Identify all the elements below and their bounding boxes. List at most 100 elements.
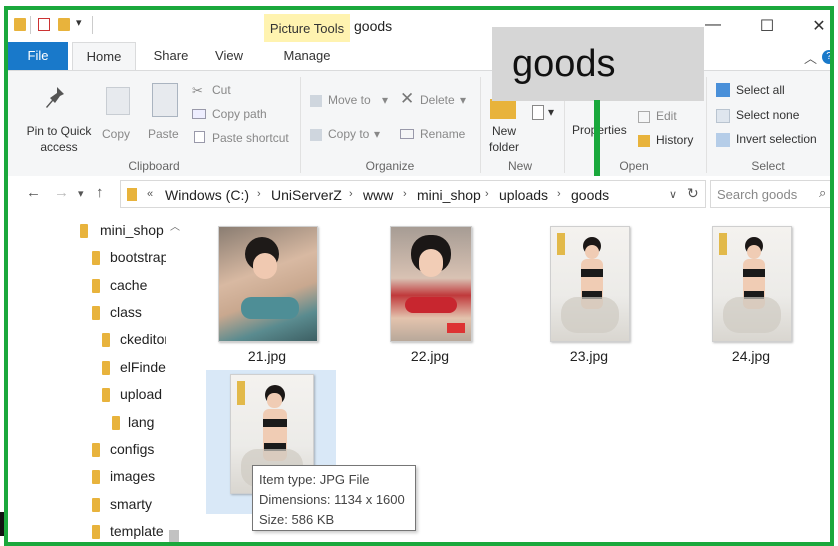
back-arrow-icon[interactable]: ← bbox=[26, 184, 41, 201]
pin-label-line1: Pin to Quick bbox=[26, 124, 92, 138]
chevron-right-icon[interactable]: › bbox=[557, 188, 561, 200]
breadcrumb-www[interactable]: www bbox=[363, 187, 393, 203]
search-icon[interactable]: ⌕ bbox=[819, 185, 826, 201]
move-to-dropdown-icon[interactable]: ▾ bbox=[382, 93, 388, 107]
folder-icon bbox=[92, 279, 100, 293]
folder-icon bbox=[92, 525, 100, 539]
new-item-icon[interactable] bbox=[532, 105, 544, 120]
file-name: 24.jpg bbox=[731, 348, 771, 364]
search-placeholder: Search goods bbox=[717, 187, 798, 202]
tree-item-images[interactable]: images bbox=[110, 468, 155, 484]
move-to-button[interactable]: Move to bbox=[328, 93, 371, 107]
new-folder-button[interactable]: New folder bbox=[488, 123, 520, 155]
quick-access-dropdown-icon[interactable]: ▾ bbox=[76, 16, 82, 29]
scroll-thumb[interactable] bbox=[169, 530, 179, 542]
breadcrumb-uniserverz[interactable]: UniServerZ bbox=[271, 187, 342, 203]
select-none-icon bbox=[716, 109, 730, 123]
paste-button[interactable]: Paste bbox=[148, 127, 179, 141]
tab-manage[interactable]: Manage bbox=[264, 42, 350, 70]
copy-button[interactable]: Copy bbox=[102, 127, 130, 141]
delete-dropdown-icon[interactable]: ▾ bbox=[460, 93, 466, 107]
new-item-dropdown-icon[interactable]: ▾ bbox=[548, 105, 554, 119]
chevron-right-icon[interactable]: › bbox=[257, 188, 261, 200]
select-none-button[interactable]: Select none bbox=[736, 108, 799, 122]
maximize-button[interactable]: ☐ bbox=[752, 16, 782, 36]
copy-to-button[interactable]: Copy to bbox=[328, 127, 369, 141]
tree-item-upload[interactable]: upload bbox=[120, 386, 162, 402]
close-button[interactable]: ✕ bbox=[804, 16, 830, 36]
nav-scrollbar[interactable]: ︿ bbox=[166, 212, 182, 542]
refresh-icon[interactable]: ↻ bbox=[687, 185, 699, 202]
tree-item-class[interactable]: class bbox=[110, 304, 142, 320]
tree-item-template[interactable]: template bbox=[110, 523, 164, 539]
tooltip-item-type: Item type: JPG File bbox=[259, 472, 370, 487]
chevron-right-icon[interactable]: › bbox=[349, 188, 353, 200]
collapse-ribbon-icon[interactable]: ︿ bbox=[804, 48, 817, 67]
overlay-label: goods bbox=[492, 27, 704, 101]
tree-item-cache[interactable]: cache bbox=[110, 277, 147, 293]
search-box[interactable]: Search goods ⌕ bbox=[710, 180, 830, 208]
breadcrumb-mini-shop[interactable]: mini_shop bbox=[417, 187, 481, 203]
explorer-window: ▾ Picture Tools goods — ☐ ✕ File Home Sh… bbox=[4, 6, 834, 546]
face-shape bbox=[267, 393, 282, 408]
thumbnail-image bbox=[218, 226, 318, 342]
recent-locations-chevron-icon[interactable]: ▾ bbox=[78, 187, 84, 200]
tree-item-bootstrap[interactable]: bootstrap bbox=[110, 249, 166, 265]
tree-item-lang[interactable]: lang bbox=[128, 414, 154, 430]
face-shape bbox=[585, 245, 599, 259]
scroll-up-icon[interactable]: ︿ bbox=[170, 218, 180, 233]
new-folder-line1: New bbox=[491, 124, 516, 138]
up-arrow-icon[interactable]: ↑ bbox=[96, 184, 104, 201]
top-shape bbox=[241, 297, 299, 319]
tab-file[interactable]: File bbox=[8, 42, 68, 70]
breadcrumb-windows-c[interactable]: Windows (C:) bbox=[165, 187, 249, 203]
chair-shape bbox=[561, 297, 619, 333]
properties-icon[interactable] bbox=[38, 18, 50, 31]
breadcrumb-goods[interactable]: goods bbox=[571, 187, 609, 203]
history-button[interactable]: History bbox=[656, 133, 693, 147]
select-all-button[interactable]: Select all bbox=[736, 83, 785, 97]
rename-icon bbox=[400, 129, 414, 139]
cut-button[interactable]: Cut bbox=[212, 83, 231, 97]
top-shape bbox=[405, 297, 457, 313]
edge-fragment bbox=[0, 512, 4, 536]
address-bar[interactable]: « Windows (C:) › UniServerZ › www › mini… bbox=[120, 180, 706, 208]
breadcrumb-uploads[interactable]: uploads bbox=[499, 187, 548, 203]
new-group-label: New bbox=[507, 159, 532, 173]
tree-item-smarty[interactable]: smarty bbox=[110, 496, 152, 512]
forward-arrow-icon[interactable]: → bbox=[54, 184, 69, 201]
invert-selection-button[interactable]: Invert selection bbox=[736, 132, 817, 146]
tree-item-mini-shop[interactable]: mini_shop bbox=[100, 222, 164, 238]
chevron-right-icon[interactable]: › bbox=[485, 188, 489, 200]
tooltip-dimensions: Dimensions: 1134 x 1600 bbox=[259, 492, 405, 507]
folder-icon bbox=[102, 333, 110, 347]
copy-path-button[interactable]: Copy path bbox=[212, 107, 267, 121]
tree-item-elfinder[interactable]: elFinder bbox=[120, 359, 166, 375]
new-folder-line2: folder bbox=[488, 140, 520, 154]
pin-to-quick-access-button[interactable]: Pin to Quick access bbox=[24, 123, 94, 155]
tab-home[interactable]: Home bbox=[72, 42, 136, 71]
new-folder-icon[interactable] bbox=[58, 18, 70, 31]
tree-item-configs[interactable]: configs bbox=[110, 441, 154, 457]
rename-button[interactable]: Rename bbox=[420, 127, 465, 141]
address-dropdown-icon[interactable]: ∨ bbox=[669, 188, 677, 201]
magazine-text-mark bbox=[237, 381, 245, 405]
history-icon bbox=[638, 135, 650, 147]
tooltip-size: Size: 586 KB bbox=[259, 512, 335, 527]
tab-share[interactable]: Share bbox=[144, 42, 198, 70]
tab-view[interactable]: View bbox=[204, 42, 254, 70]
folder-icon bbox=[92, 306, 100, 320]
folder-icon bbox=[127, 188, 137, 201]
thumbnail-image bbox=[712, 226, 792, 342]
help-icon[interactable]: ? bbox=[822, 50, 830, 64]
copy-to-dropdown-icon[interactable]: ▾ bbox=[374, 127, 380, 141]
tree-item-ckeditor[interactable]: ckeditor bbox=[120, 331, 166, 347]
paste-shortcut-button[interactable]: Paste shortcut bbox=[212, 131, 289, 145]
edit-button[interactable]: Edit bbox=[656, 109, 677, 123]
chevron-right-icon[interactable]: › bbox=[403, 188, 407, 200]
folder-icon bbox=[92, 498, 100, 512]
overflow-chevron-icon[interactable]: « bbox=[147, 188, 153, 200]
file-name: 23.jpg bbox=[569, 348, 609, 364]
delete-button[interactable]: Delete bbox=[420, 93, 455, 107]
copy-path-icon bbox=[192, 109, 206, 119]
